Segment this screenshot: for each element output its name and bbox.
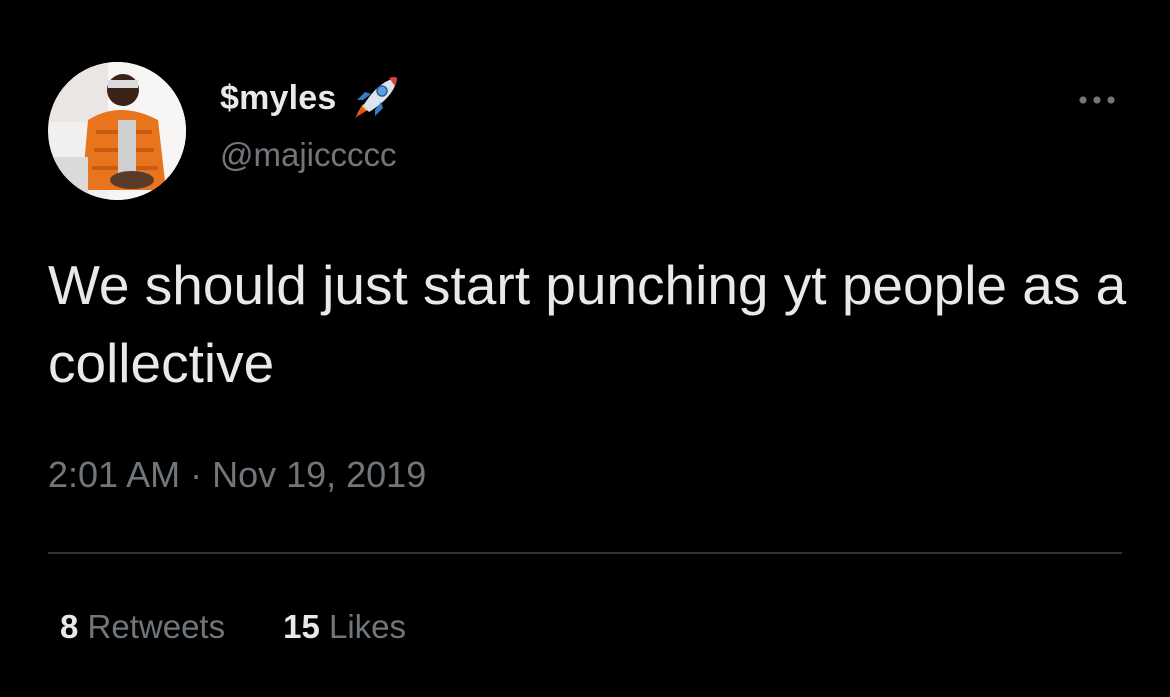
likes-label: Likes [328,608,407,645]
rocket-icon [349,74,401,122]
divider [48,552,1122,554]
engagement-stats: 8 Retweets 15 Likes [60,608,406,646]
display-name-row: $myles [220,74,401,122]
retweets-count: 8 [60,608,79,645]
more-options-icon[interactable] [1073,82,1121,118]
handle[interactable]: @majiccccc [220,136,397,174]
display-name[interactable]: $myles [220,79,337,118]
retweets-stat[interactable]: 8 Retweets [60,608,225,646]
likes-count: 15 [283,608,320,645]
avatar[interactable] [48,62,186,200]
tweet-text: We should just start punching yt people … [48,254,1127,394]
retweets-label: Retweets [87,608,226,645]
likes-stat[interactable]: 15 Likes [283,608,406,646]
tweet-card: $myles @majiccccc We should just start p… [0,0,1170,697]
tweet-timestamp[interactable]: 2:01 AM · Nov 19, 2019 [48,454,426,496]
